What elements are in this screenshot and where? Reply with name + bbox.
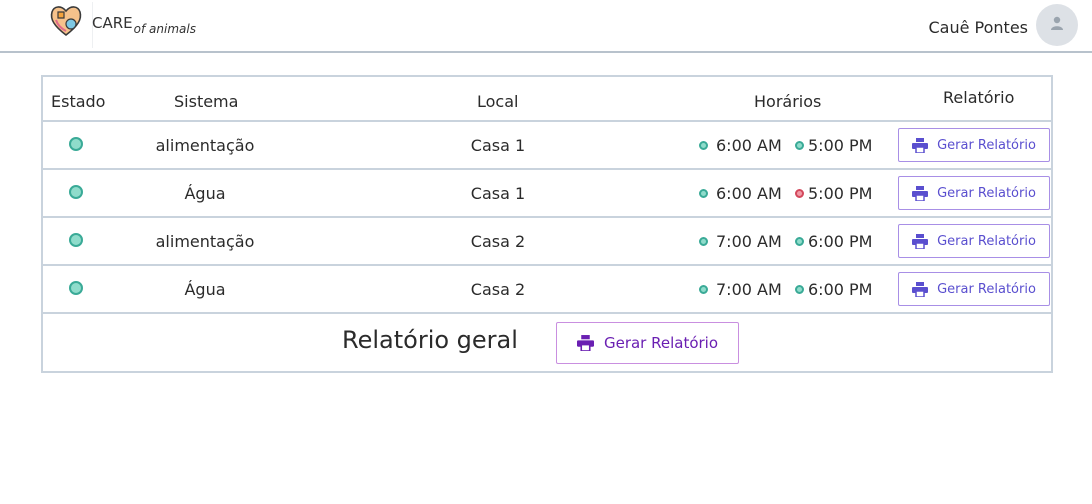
time-status-dot: [795, 141, 804, 150]
brand-name: CAREof animals: [92, 14, 196, 36]
end-time: 6:00 PM: [795, 232, 872, 251]
column-header-horarios: Horários: [754, 92, 822, 111]
top-bar: CAREof animals Cauê Pontes: [0, 0, 1092, 53]
column-header-estado: Estado: [51, 92, 106, 111]
sistema-cell: alimentação: [155, 232, 255, 251]
start-time-text: 6:00 AM: [716, 136, 782, 155]
brand-main: CARE: [92, 14, 133, 32]
button-label: Gerar Relatório: [937, 185, 1036, 201]
printer-icon: [912, 281, 929, 297]
printer-icon: [576, 335, 594, 351]
table-row: alimentação Casa 1 6:00 AM 5:00 PM Gerar…: [43, 122, 1051, 170]
column-header-sistema: Sistema: [174, 92, 239, 111]
time-status-dot: [699, 141, 708, 150]
start-time: 6:00 AM: [699, 184, 782, 203]
status-indicator: [69, 137, 83, 151]
time-status-dot: [795, 237, 804, 246]
column-header-local: Local: [477, 92, 519, 111]
end-time-text: 6:00 PM: [808, 280, 873, 299]
end-time-text: 5:00 PM: [808, 136, 873, 155]
status-indicator: [69, 233, 83, 247]
table-row: alimentação Casa 2 7:00 AM 6:00 PM Gerar…: [43, 218, 1051, 266]
sistema-cell: alimentação: [155, 136, 255, 155]
end-time: 5:00 PM: [795, 184, 872, 203]
local-cell: Casa 1: [470, 184, 526, 203]
table-row: Água Casa 1 6:00 AM 5:00 PM Gerar Relató…: [43, 170, 1051, 218]
local-cell: Casa 2: [470, 280, 526, 299]
person-icon: [1049, 15, 1065, 35]
start-time: 7:00 AM: [699, 280, 782, 299]
avatar[interactable]: [1036, 4, 1078, 46]
end-time: 5:00 PM: [795, 136, 872, 155]
start-time-text: 7:00 AM: [716, 232, 782, 251]
table-row: Água Casa 2 7:00 AM 6:00 PM Gerar Relató…: [43, 266, 1051, 314]
generate-report-button[interactable]: Gerar Relatório: [898, 176, 1050, 210]
sistema-cell: Água: [184, 280, 226, 299]
time-status-dot: [795, 189, 804, 198]
start-time: 6:00 AM: [699, 136, 782, 155]
generate-report-button[interactable]: Gerar Relatório: [898, 272, 1050, 306]
end-time-text: 5:00 PM: [808, 184, 873, 203]
local-cell: Casa 1: [470, 136, 526, 155]
printer-icon: [912, 185, 929, 201]
brand-sub: of animals: [133, 22, 196, 36]
button-label: Gerar Relatório: [603, 334, 719, 352]
button-label: Gerar Relatório: [937, 281, 1036, 297]
button-label: Gerar Relatório: [937, 137, 1036, 153]
generate-report-button[interactable]: Gerar Relatório: [898, 128, 1050, 162]
end-time: 6:00 PM: [795, 280, 872, 299]
generate-general-report-button[interactable]: Gerar Relatório: [556, 322, 739, 364]
general-report-label: Relatório geral: [342, 326, 518, 354]
time-status-dot: [699, 237, 708, 246]
printer-icon: [912, 137, 929, 153]
generate-report-button[interactable]: Gerar Relatório: [898, 224, 1050, 258]
time-status-dot: [795, 285, 804, 294]
button-label: Gerar Relatório: [937, 233, 1036, 249]
sistema-cell: Água: [184, 184, 226, 203]
general-report-footer: Relatório geral Gerar Relatório: [43, 314, 1051, 371]
table-header: Estado Sistema Local Horários Relatório: [43, 77, 1051, 122]
local-cell: Casa 2: [470, 232, 526, 251]
end-time-text: 6:00 PM: [808, 232, 873, 251]
status-indicator: [69, 281, 83, 295]
logo[interactable]: [40, 2, 93, 48]
time-status-dot: [699, 189, 708, 198]
printer-icon: [912, 233, 929, 249]
start-time-text: 7:00 AM: [716, 280, 782, 299]
systems-table: Estado Sistema Local Horários Relatório …: [41, 75, 1053, 373]
column-header-relatorio: Relatório: [943, 88, 1015, 107]
heart-hands-icon: [48, 2, 84, 42]
user-name[interactable]: Cauê Pontes: [928, 18, 1028, 37]
time-status-dot: [699, 285, 708, 294]
start-time: 7:00 AM: [699, 232, 782, 251]
start-time-text: 6:00 AM: [716, 184, 782, 203]
status-indicator: [69, 185, 83, 199]
